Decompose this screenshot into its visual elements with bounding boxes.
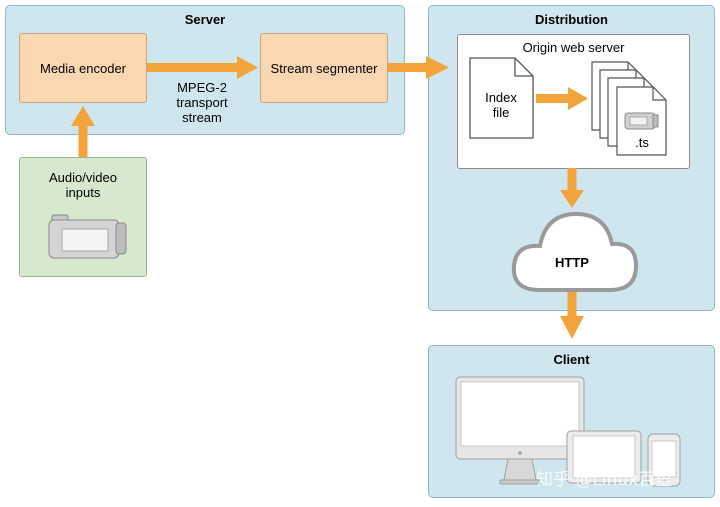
index-file-label: Index file <box>485 90 517 120</box>
camcorder-icon <box>48 214 127 259</box>
arrow-origin-to-http <box>560 168 584 208</box>
http-label: HTTP <box>555 255 589 270</box>
watermark-text: 知乎 @Linux百里 <box>536 470 673 490</box>
arrow-http-to-client <box>560 290 584 339</box>
arrow-segmenter-to-distribution <box>388 56 449 79</box>
arrow-index-to-ts <box>536 87 588 110</box>
arrow-inputs-to-encoder <box>71 106 95 157</box>
http-cloud-icon <box>511 211 639 292</box>
ts-label: .ts <box>635 135 649 150</box>
arrow-encoder-to-segmenter <box>147 56 258 79</box>
